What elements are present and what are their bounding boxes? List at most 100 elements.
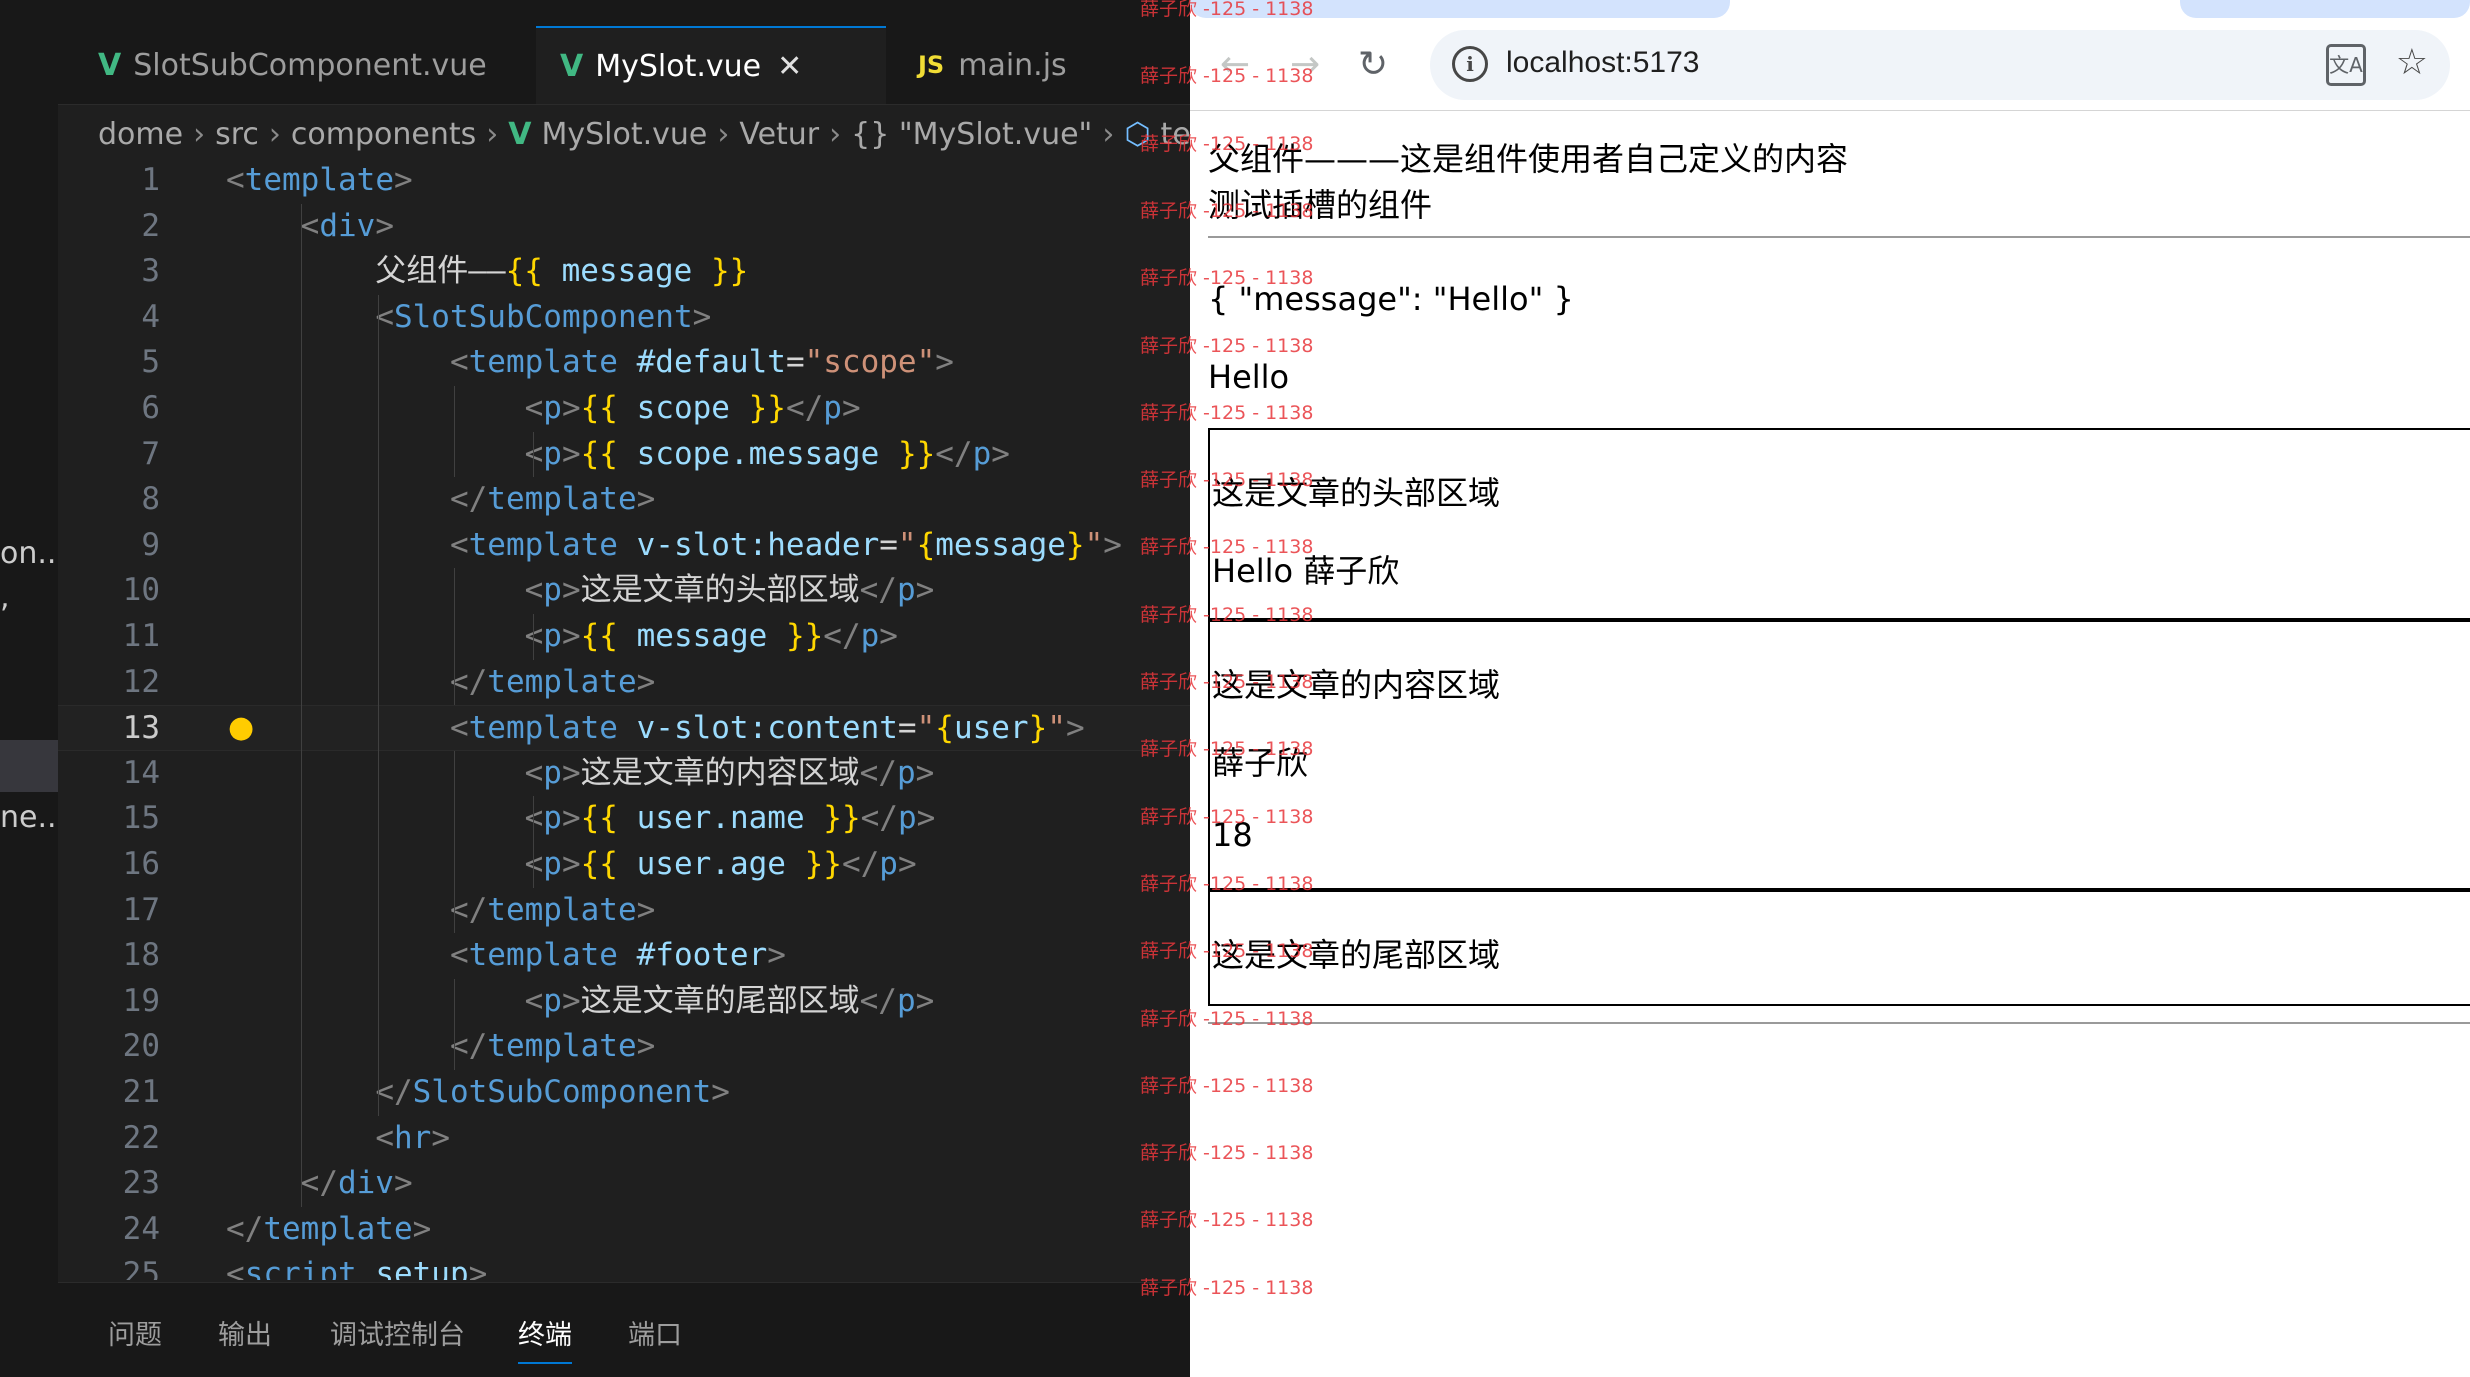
url-text[interactable]: localhost:5173 [1506,46,1699,80]
translate-icon[interactable]: 文A [2326,44,2366,86]
code-line[interactable]: 23 </div> [58,1161,1190,1207]
code-line[interactable]: 12 </template> [58,660,1190,706]
selected-explorer-row[interactable] [0,740,58,792]
panel-tab-output[interactable]: 输出 [218,1313,272,1352]
bookmark-star-icon[interactable]: ☆ [2396,42,2428,83]
breadcrumb-item[interactable]: Vetur [739,117,819,152]
chevron-right-icon: › [1102,116,1115,152]
content-slot-user-name: 薛子欣 [1212,744,1309,782]
code-text[interactable]: 父组件——{{ message }} [226,249,748,295]
code-token: p [543,618,562,654]
code-line[interactable]: 24 </template> [58,1207,1190,1253]
code-line[interactable]: 7 <p>{{ scope.message }}</p> [58,432,1190,478]
truncated-explorer-item[interactable]: ne... [0,800,58,835]
line-number: 7 [141,435,160,472]
code-token: p [543,982,562,1019]
code-text[interactable]: </template> [226,477,655,523]
code-text[interactable]: <div> [226,204,394,250]
code-text[interactable]: <script setup> [226,1252,487,1280]
reload-icon[interactable]: ↻ [1358,44,1388,85]
code-line[interactable]: 11 <p>{{ message }}</p> [58,614,1190,660]
code-line[interactable]: 21 </SlotSubComponent> [58,1070,1190,1116]
code-token: 这是文章的内容区域 [580,754,860,791]
back-icon[interactable]: ← [1220,44,1250,85]
breadcrumb-item[interactable]: src [215,117,259,152]
indent-guide [533,431,534,478]
code-token: user.age [617,846,805,882]
code-line[interactable]: 5 <template #default="scope"> [58,340,1190,386]
code-text[interactable]: <template> [226,158,413,204]
code-line[interactable]: 18 <template #footer> [58,933,1190,979]
code-text[interactable]: <p>{{ scope }}</p> [226,386,861,432]
panel-tab-terminal[interactable]: 终端 [518,1313,572,1364]
code-text[interactable]: <p>{{ scope.message }}</p> [226,432,1010,478]
code-text[interactable]: <p>这是文章的尾部区域</p> [226,979,935,1025]
code-token: p [860,618,880,654]
code-line[interactable]: 1 <template> [58,158,1190,204]
code-text[interactable]: <template #footer> [226,933,786,979]
code-token: p [543,800,562,837]
code-line[interactable]: 14 <p>这是文章的内容区域</p> [58,751,1190,797]
code-line[interactable]: 2 <div> [58,204,1190,250]
code-text[interactable]: </template> [226,1024,655,1070]
line-number: 2 [141,207,160,244]
code-line[interactable]: 4 <SlotSubComponent> [58,295,1190,341]
tab-myslot[interactable]: V MySlot.vue ✕ [536,26,886,104]
breadcrumb-item[interactable]: components [291,117,476,152]
code-line[interactable]: 9 <template v-slot:header="{message}"> [58,523,1190,569]
code-token: SlotSubComponent [393,298,693,335]
code-line[interactable]: 6 <p>{{ scope }}</p> [58,386,1190,432]
breadcrumb-item[interactable]: dome [98,117,183,152]
code-text[interactable]: </div> [226,1161,413,1207]
code-line[interactable]: 15 <p>{{ user.name }}</p> [58,796,1190,842]
code-text[interactable]: <hr> [226,1116,450,1162]
truncated-explorer-item[interactable]: on... [0,536,58,571]
code-text[interactable]: </template> [226,660,655,706]
browser-tab-strip[interactable] [2180,0,2470,18]
code-line[interactable]: 16 <p>{{ user.age }}</p> [58,842,1190,888]
site-info-icon[interactable]: i [1452,46,1488,82]
breadcrumb-item[interactable]: {} "MySlot.vue" [851,117,1092,152]
code-token: p [972,435,992,472]
browser-tab-strip[interactable] [1190,0,1730,18]
address-bar[interactable]: i localhost:5173 文A ☆ [1430,30,2450,100]
code-text[interactable]: <template #default="scope"> [226,340,954,386]
code-line[interactable]: 25 <script setup> [58,1252,1190,1280]
code-token: #default [617,344,786,381]
panel-tab-problems[interactable]: 问题 [108,1313,162,1352]
code-line[interactable]: 22 <hr> [58,1116,1190,1162]
code-line[interactable]: 19 <p>这是文章的尾部区域</p> [58,979,1190,1025]
code-token: template [244,162,394,198]
code-text[interactable]: <template v-slot:header="{message}"> [226,523,1122,569]
symbol-box-icon: ⬡ [1124,116,1151,152]
code-text[interactable]: </template> [226,888,655,934]
code-text[interactable]: </template> [226,1207,431,1253]
code-text[interactable]: <p>{{ user.age }}</p> [226,842,917,888]
panel-tab-debug-console[interactable]: 调试控制台 [330,1313,465,1352]
code-line[interactable]: 8 </template> [58,477,1190,523]
close-icon[interactable]: ✕ [777,49,802,84]
code-line[interactable]: 3 父组件——{{ message }} [58,249,1190,295]
tab-slotsubcomponent[interactable]: V SlotSubComponent.vue [98,26,518,104]
tab-main-js[interactable]: JS main.js [918,26,1168,104]
code-text[interactable]: <p>{{ user.name }}</p> [226,796,936,842]
chevron-right-icon: › [268,116,281,152]
code-line[interactable]: 13 ● <template v-slot:content="{user}"> [58,705,1190,751]
code-text[interactable]: <p>这是文章的头部区域</p> [226,568,935,614]
code-token: > [935,344,954,381]
code-line[interactable]: 10 <p>这是文章的头部区域</p> [58,568,1190,614]
code-editor[interactable]: 1 <template> 2 <div> 3 父组件——{{ message }} 4 … [58,158,1190,1280]
panel-tab-ports[interactable]: 端口 [628,1313,682,1352]
code-text[interactable]: <template v-slot:content="{user}"> [226,706,1085,752]
code-line[interactable]: 20 </template> [58,1024,1190,1070]
code-text[interactable]: <p>{{ message }}</p> [226,614,898,660]
breadcrumb-item[interactable]: MySlot.vue [541,117,707,152]
truncated-explorer-item[interactable]: , [0,580,10,615]
code-text[interactable]: <SlotSubComponent> [226,295,711,341]
breadcrumb-item[interactable]: te... [1161,117,1190,152]
code-line[interactable]: 17 </template> [58,888,1190,934]
forward-icon[interactable]: → [1290,44,1320,85]
code-text[interactable]: <p>这是文章的内容区域</p> [226,751,935,797]
code-token: }} [897,435,936,472]
code-token: > [468,1256,488,1280]
